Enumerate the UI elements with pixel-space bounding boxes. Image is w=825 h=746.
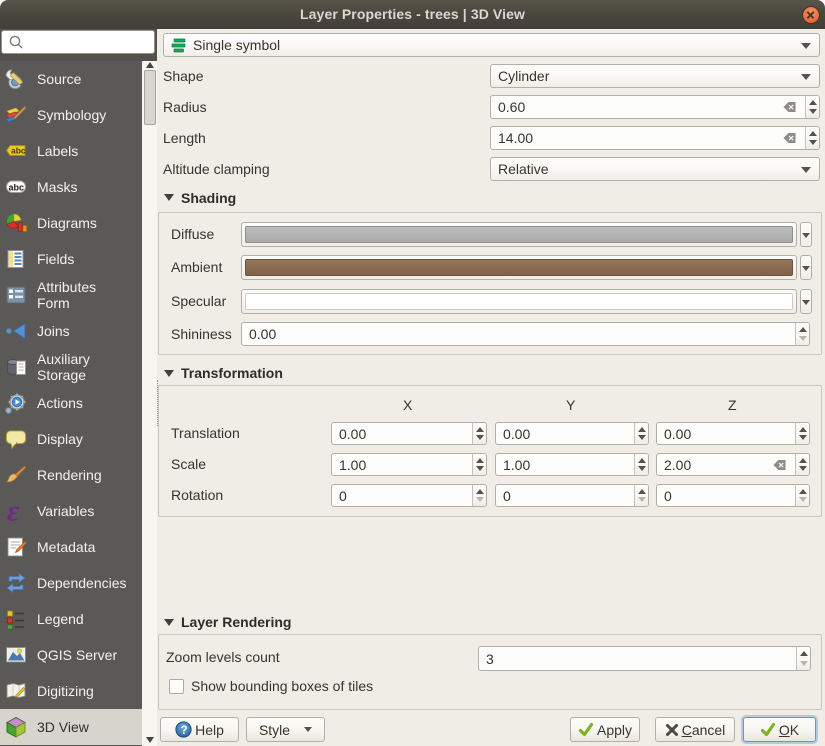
- svg-text:?: ?: [181, 725, 188, 737]
- svg-text:abc: abc: [9, 182, 25, 192]
- svg-text:ε: ε: [7, 499, 20, 523]
- svg-text:abc: abc: [11, 146, 26, 156]
